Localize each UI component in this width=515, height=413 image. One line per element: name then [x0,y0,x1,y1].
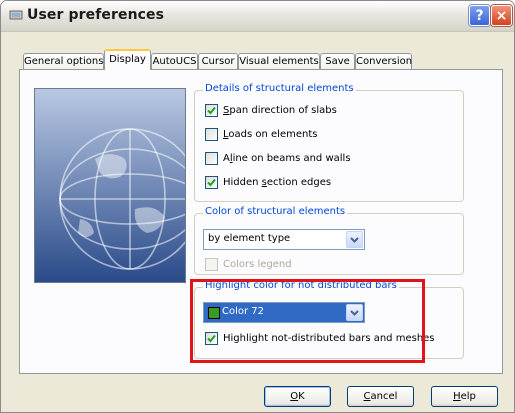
tab-conversion[interactable]: Conversion [355,53,412,69]
tab-cursor[interactable]: Cursor [198,53,238,69]
cancel-button[interactable]: Cancel [347,386,414,407]
red-highlight-frame [190,279,425,363]
tab-visual-elements[interactable]: Visual elements [238,53,320,69]
color-group: Color of structural elements by element … [194,206,464,275]
chevron-down-icon [350,237,359,243]
title-bar[interactable]: User preferences ? × [1,1,514,32]
axis-line-checkbox[interactable] [205,152,218,165]
colors-legend-label: Colors legend [223,259,292,270]
color-group-legend: Color of structural elements [203,206,348,217]
globe-picture [34,88,186,283]
loads-on-elements-checkbox[interactable] [205,128,218,141]
span-direction-label: Span direction of slabs [223,105,337,116]
color-type-value: by element type [208,233,291,244]
hidden-section-edges-checkbox[interactable] [205,176,218,189]
window-title: User preferences [27,7,165,23]
loads-on-elements-label: Loads on elements [223,129,318,140]
globe-graphic [35,89,185,282]
close-button[interactable]: × [491,5,512,26]
details-group-legend: Details of structural elements [203,83,356,94]
tab-autoucs[interactable]: AutoUCS [151,53,198,69]
check-icon [207,106,216,115]
hidden-section-edges-label: Hidden section edges [223,177,332,188]
app-icon [9,10,23,20]
check-icon [207,178,216,187]
color-type-dropdown-arrow[interactable] [346,231,363,248]
ok-button[interactable]: OK [264,386,331,407]
span-direction-checkbox[interactable] [205,104,218,117]
help-title-button[interactable]: ? [469,5,490,26]
details-group: Details of structural elements Span dire… [194,83,464,202]
tab-save[interactable]: Save [320,53,355,69]
help-button[interactable]: Help [431,386,498,407]
color-type-select[interactable]: by element type [203,229,365,250]
preferences-window: User preferences ? × General options Dis… [0,0,515,413]
tab-display[interactable]: Display [104,49,151,70]
colors-legend-checkbox[interactable] [205,258,218,271]
tab-general-options[interactable]: General options [23,53,104,69]
axis-line-label: Aline on beams and walls [223,153,351,164]
